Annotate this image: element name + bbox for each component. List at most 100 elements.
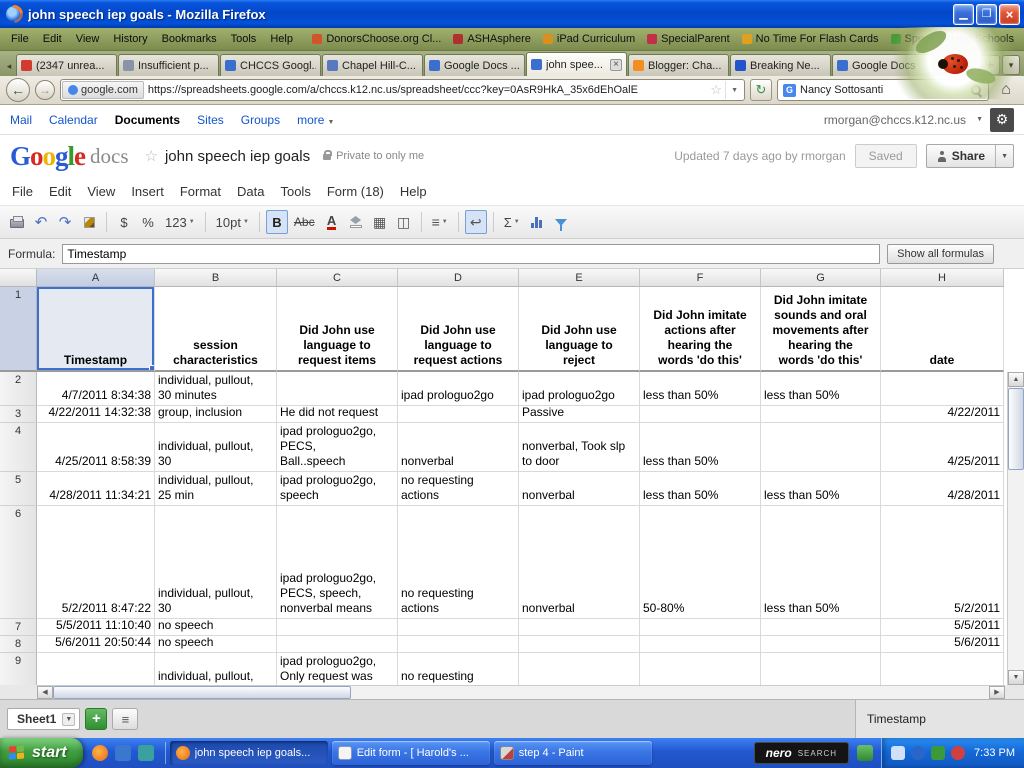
cell-d9[interactable]: no requesting xyxy=(398,653,519,685)
gbar-more-link[interactable]: more ▼ xyxy=(297,113,334,127)
cell-g1[interactable]: Did John imitate sounds and oral movemen… xyxy=(761,287,881,372)
cell-c8[interactable] xyxy=(277,636,398,653)
cell-e2[interactable]: ipad prologuo2go xyxy=(519,372,640,406)
cell-a8[interactable]: 5/6/2011 20:50:44 xyxy=(37,636,155,653)
sum-button[interactable]: Σ ▼ xyxy=(500,210,524,234)
cell-e3[interactable]: Passive xyxy=(519,406,640,423)
cell-g7[interactable] xyxy=(761,619,881,636)
quick-launch-firefox-icon[interactable] xyxy=(91,745,108,761)
cell-a5[interactable]: 4/28/2011 11:34:21 xyxy=(37,472,155,506)
sheet-menu-format[interactable]: Format xyxy=(172,180,229,203)
tab-scroll-left-button[interactable]: ◂ xyxy=(2,56,16,76)
vertical-scroll-thumb[interactable] xyxy=(1008,388,1024,470)
restore-button[interactable]: ❐ xyxy=(976,3,997,25)
cell-d3[interactable] xyxy=(398,406,519,423)
cell-e4[interactable]: nonverbal, Took slp to door xyxy=(519,423,640,472)
sheet-tab-dropdown-icon[interactable]: ▼ xyxy=(62,712,76,726)
borders-button[interactable]: ▦ xyxy=(369,210,391,234)
row-header-4[interactable]: 4 xyxy=(0,423,37,472)
search-engine-icon[interactable]: G xyxy=(783,83,796,97)
cell-f1[interactable]: Did John imitate actions after hearing t… xyxy=(640,287,761,372)
cell-d8[interactable] xyxy=(398,636,519,653)
tab-insufficient[interactable]: Insufficient p... xyxy=(118,54,219,76)
tray-icon-2[interactable] xyxy=(911,746,926,760)
tray-icon-4[interactable] xyxy=(951,746,966,760)
cell-e1[interactable]: Did John use language to reject xyxy=(519,287,640,372)
quick-launch-icon-2[interactable] xyxy=(114,745,131,761)
formula-input[interactable] xyxy=(62,243,881,264)
print-button[interactable] xyxy=(6,210,28,234)
start-button[interactable]: start xyxy=(0,738,83,768)
google-docs-logo[interactable]: Google xyxy=(10,142,86,170)
account-email[interactable]: rmorgan@chccs.k12.nc.us xyxy=(824,113,966,127)
undo-button[interactable]: ↶ xyxy=(30,210,52,234)
cell-d5[interactable]: no requesting actions xyxy=(398,472,519,506)
tray-icon-1[interactable] xyxy=(891,746,906,760)
cell-e5[interactable]: nonverbal xyxy=(519,472,640,506)
cell-a2[interactable]: 4/7/2011 8:34:38 xyxy=(37,372,155,406)
column-header-d[interactable]: D xyxy=(398,269,519,287)
cell-a7[interactable]: 5/5/2011 11:10:40 xyxy=(37,619,155,636)
sheet-menu-file[interactable]: File xyxy=(4,180,41,203)
sheet-menu-view[interactable]: View xyxy=(79,180,123,203)
column-header-f[interactable]: F xyxy=(640,269,761,287)
site-identity-chip[interactable]: google.com xyxy=(62,81,144,99)
cell-f3[interactable] xyxy=(640,406,761,423)
redo-button[interactable]: ↷ xyxy=(54,210,76,234)
search-input[interactable] xyxy=(800,84,966,96)
taskbar-green-icon[interactable] xyxy=(857,745,874,761)
menu-help[interactable]: Help xyxy=(263,30,300,48)
cell-b7[interactable]: no speech xyxy=(155,619,277,636)
gbar-groups-link[interactable]: Groups xyxy=(241,113,280,127)
gbar-mail-link[interactable]: Mail xyxy=(10,113,32,127)
wrap-text-button[interactable]: ↩ xyxy=(464,210,487,234)
cell-c5[interactable]: ipad prologuo2go, speech xyxy=(277,472,398,506)
cell-h7[interactable]: 5/5/2011 xyxy=(881,619,1004,636)
cell-b1[interactable]: session characteristics xyxy=(155,287,277,372)
cell-a4[interactable]: 4/25/2011 8:58:39 xyxy=(37,423,155,472)
sheet-tab-sheet1[interactable]: Sheet1 ▼ xyxy=(7,708,81,730)
text-color-button[interactable]: A xyxy=(321,210,343,234)
row-header-2[interactable]: 2 xyxy=(0,372,37,406)
cell-d4[interactable]: nonverbal xyxy=(398,423,519,472)
column-header-e[interactable]: E xyxy=(519,269,640,287)
menu-edit[interactable]: Edit xyxy=(36,30,69,48)
show-all-formulas-button[interactable]: Show all formulas xyxy=(887,243,994,264)
tab-scroll-right-button[interactable]: ▸ xyxy=(962,56,976,76)
task-button-firefox-active[interactable]: john speech iep goals... xyxy=(169,741,328,765)
cell-h9[interactable] xyxy=(881,653,1004,685)
cell-b2[interactable]: individual, pullout, 30 minutes xyxy=(155,372,277,406)
saved-button[interactable]: Saved xyxy=(854,144,917,168)
minimize-button[interactable]: ▁ xyxy=(953,3,974,25)
cell-f8[interactable] xyxy=(640,636,761,653)
cell-f4[interactable]: less than 50% xyxy=(640,423,761,472)
bookmark-item-donorschoose[interactable]: DonorsChoose.org Cl... xyxy=(306,31,447,47)
row-header-3[interactable]: 3 xyxy=(0,406,37,423)
cell-e6[interactable]: nonverbal xyxy=(519,506,640,619)
cell-c7[interactable] xyxy=(277,619,398,636)
scroll-up-button[interactable]: ▲ xyxy=(1008,372,1024,387)
sheet-menu-form[interactable]: Form (18) xyxy=(319,180,392,203)
cell-g5[interactable]: less than 50% xyxy=(761,472,881,506)
cell-f2[interactable]: less than 50% xyxy=(640,372,761,406)
cell-b8[interactable]: no speech xyxy=(155,636,277,653)
row-header-7[interactable]: 7 xyxy=(0,619,37,636)
sheet-menu-tools[interactable]: Tools xyxy=(272,180,318,203)
cell-c3[interactable]: He did not request xyxy=(277,406,398,423)
strikethrough-button[interactable]: Abc xyxy=(290,210,319,234)
cell-g9[interactable] xyxy=(761,653,881,685)
tab-chapel-hill[interactable]: Chapel Hill-C... xyxy=(322,54,423,76)
doc-star-icon[interactable]: ☆ xyxy=(145,147,158,165)
search-bar[interactable]: G xyxy=(777,79,989,101)
cell-h5[interactable]: 4/28/2011 xyxy=(881,472,1004,506)
tray-icon-3[interactable] xyxy=(931,746,946,760)
share-button[interactable]: Share ▼ xyxy=(925,144,1014,168)
cell-e8[interactable] xyxy=(519,636,640,653)
row-header-9[interactable]: 9 xyxy=(0,653,37,685)
cell-b4[interactable]: individual, pullout, 30 xyxy=(155,423,277,472)
cell-h3[interactable]: 4/22/2011 xyxy=(881,406,1004,423)
quick-launch-icon-3[interactable] xyxy=(137,745,154,761)
bookmark-star-icon[interactable]: ☆ xyxy=(707,82,725,98)
doc-title[interactable]: john speech iep goals xyxy=(165,148,310,165)
home-button[interactable]: ⌂ xyxy=(994,78,1018,102)
